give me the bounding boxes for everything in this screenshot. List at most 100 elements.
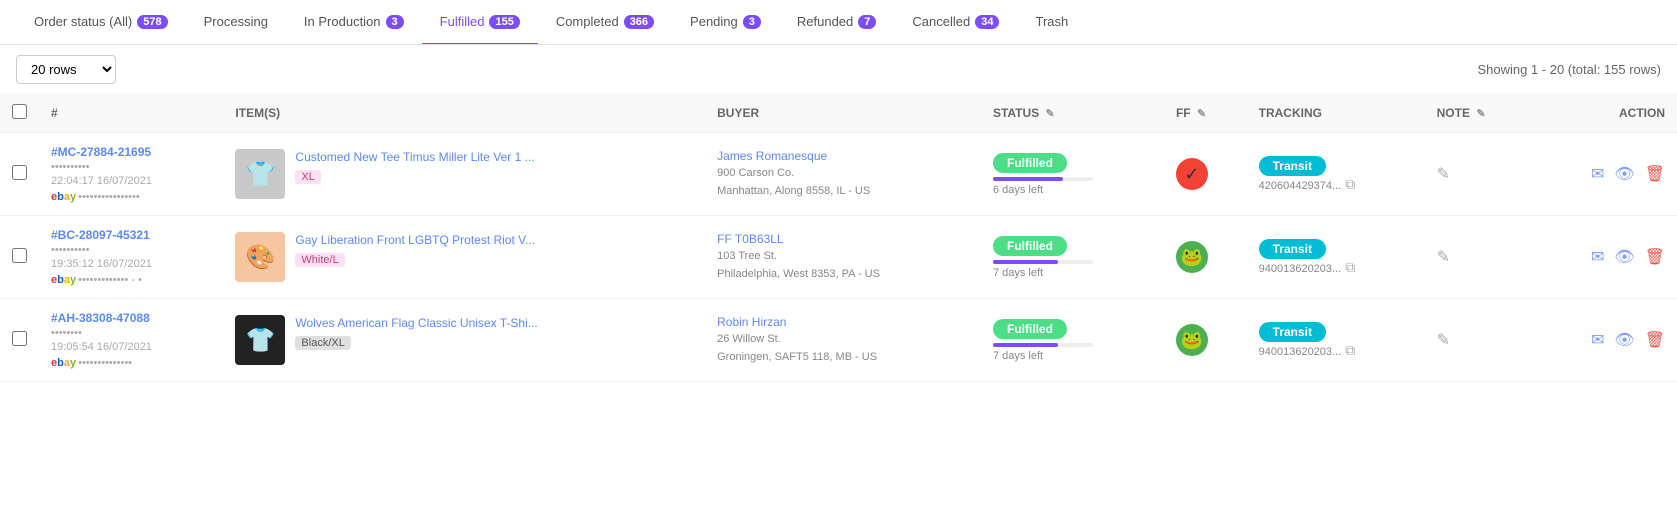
order-num-0: •••••••••• bbox=[51, 161, 211, 173]
order-num-2: •••••••• bbox=[51, 327, 211, 339]
platform-order-0: •••••••••••••••• bbox=[78, 191, 140, 203]
tracking-cell-0: Transit 420604429374... ⧉ bbox=[1247, 133, 1425, 216]
item-name-0[interactable]: Customed New Tee Timus Miller Lite Ver 1… bbox=[295, 149, 534, 166]
progress-bar-wrap-0 bbox=[993, 177, 1093, 181]
buyer-cell-2: Robin Hirzan 26 Willow St. Groningen, SA… bbox=[705, 299, 981, 382]
tracking-cell-2: Transit 940013620203... ⧉ bbox=[1247, 299, 1425, 382]
tab-label-cancelled: Cancelled bbox=[912, 14, 970, 29]
note-edit-btn-0[interactable]: ✎ bbox=[1437, 166, 1450, 183]
order-id-1: #BC-28097-45321 bbox=[51, 228, 211, 242]
order-id-cell-1: #BC-28097-45321 •••••••••• 19:35:12 16/0… bbox=[39, 216, 223, 299]
orders-table: # ITEM(S) BUYER STATUS ✎ FF ✎ TRACKING N… bbox=[0, 94, 1677, 382]
tab-all[interactable]: Order status (All)578 bbox=[16, 0, 186, 45]
eye-btn-1[interactable]: 👁 bbox=[1614, 247, 1634, 267]
showing-text: Showing 1 - 20 (total: 155 rows) bbox=[1477, 62, 1661, 77]
order-date-2: 19:05:54 16/07/2021 bbox=[51, 341, 211, 353]
ff-avatar-2: 🐸 bbox=[1176, 324, 1208, 356]
tab-label-refunded: Refunded bbox=[797, 14, 853, 29]
status-badge-0: Fulfilled bbox=[993, 153, 1067, 173]
tab-fulfilled[interactable]: Fulfilled155 bbox=[422, 0, 538, 45]
select-all-checkbox[interactable] bbox=[12, 104, 27, 119]
platform-order-2: •••••••••••••• bbox=[78, 357, 132, 369]
table-header: # ITEM(S) BUYER STATUS ✎ FF ✎ TRACKING N… bbox=[0, 94, 1677, 133]
col-ff: FF ✎ bbox=[1164, 94, 1247, 133]
table-body: #MC-27884-21695 •••••••••• 22:04:17 16/0… bbox=[0, 133, 1677, 382]
table-row: #MC-27884-21695 •••••••••• 22:04:17 16/0… bbox=[0, 133, 1677, 216]
tracking-badge-2: Transit bbox=[1259, 322, 1326, 342]
row-checkbox-0[interactable] bbox=[12, 165, 27, 180]
platform-badge-2: ebay •••••••••••••• bbox=[51, 357, 132, 369]
note-edit-btn-2[interactable]: ✎ bbox=[1437, 332, 1450, 349]
col-items: ITEM(S) bbox=[223, 94, 705, 133]
rows-select[interactable]: 20 rows bbox=[16, 55, 116, 84]
row-checkbox-1[interactable] bbox=[12, 248, 27, 263]
note-cell-2: ✎ bbox=[1425, 299, 1533, 382]
tracking-badge-0: Transit bbox=[1259, 156, 1326, 176]
note-edit-btn-1[interactable]: ✎ bbox=[1437, 249, 1450, 266]
ff-icon-0: ✓ bbox=[1184, 164, 1199, 185]
trash-btn-2[interactable]: 🗑 bbox=[1645, 330, 1665, 350]
item-name-2[interactable]: Wolves American Flag Classic Unisex T-Sh… bbox=[295, 315, 537, 332]
mail-btn-1[interactable]: ✉ bbox=[1591, 247, 1604, 267]
buyer-company-2: 26 Willow St. bbox=[717, 331, 969, 348]
days-left-0: 6 days left bbox=[993, 184, 1152, 196]
progress-bar-wrap-1 bbox=[993, 260, 1093, 264]
status-badge-2: Fulfilled bbox=[993, 319, 1067, 339]
col-note: NOTE ✎ bbox=[1425, 94, 1533, 133]
row-checkbox-2[interactable] bbox=[12, 331, 27, 346]
tab-label-pending: Pending bbox=[690, 14, 738, 29]
tab-badge-in_production: 3 bbox=[386, 15, 404, 29]
item-variant-0: XL bbox=[295, 170, 320, 184]
tab-refunded[interactable]: Refunded7 bbox=[779, 0, 895, 45]
item-thumb-2: 👕 bbox=[235, 315, 285, 365]
tab-badge-completed: 366 bbox=[624, 15, 654, 29]
action-cell-0: ✉ 👁 🗑 bbox=[1532, 133, 1677, 216]
copy-icon-1[interactable]: ⧉ bbox=[1345, 259, 1355, 276]
col-hash: # bbox=[39, 94, 223, 133]
status-cell-0: Fulfilled 6 days left bbox=[981, 133, 1164, 216]
tab-processing[interactable]: Processing bbox=[186, 0, 286, 45]
eye-btn-2[interactable]: 👁 bbox=[1614, 330, 1634, 350]
ff-cell-0: ✓ bbox=[1164, 133, 1247, 216]
select-all-header bbox=[0, 94, 39, 133]
mail-btn-2[interactable]: ✉ bbox=[1591, 330, 1604, 350]
tab-pending[interactable]: Pending3 bbox=[672, 0, 779, 45]
ff-edit-icon[interactable]: ✎ bbox=[1197, 108, 1206, 120]
tab-in_production[interactable]: In Production3 bbox=[286, 0, 422, 45]
ff-avatar-0: ✓ bbox=[1176, 158, 1208, 190]
ff-avatar-1: 🐸 bbox=[1176, 241, 1208, 273]
tab-completed[interactable]: Completed366 bbox=[538, 0, 672, 45]
progress-bar-wrap-2 bbox=[993, 343, 1093, 347]
status-cell-1: Fulfilled 7 days left bbox=[981, 216, 1164, 299]
buyer-addr-0: Manhattan, Along 8558, IL - US bbox=[717, 183, 969, 200]
buyer-company-0: 900 Carson Co. bbox=[717, 165, 969, 182]
buyer-addr-1: Philadelphia, West 8353, PA - US bbox=[717, 266, 969, 283]
eye-btn-0[interactable]: 👁 bbox=[1614, 164, 1634, 184]
status-badge-1: Fulfilled bbox=[993, 236, 1067, 256]
order-date-1: 19:35:12 16/07/2021 bbox=[51, 258, 211, 270]
order-id-cell-2: #AH-38308-47088 •••••••• 19:05:54 16/07/… bbox=[39, 299, 223, 382]
col-buyer: BUYER bbox=[705, 94, 981, 133]
tab-label-all: Order status (All) bbox=[34, 14, 132, 29]
tracking-num-1: 940013620203... bbox=[1259, 263, 1342, 275]
item-cell-0: 👕 Customed New Tee Timus Miller Lite Ver… bbox=[223, 133, 705, 216]
ff-icon-1: 🐸 bbox=[1181, 247, 1203, 268]
trash-btn-0[interactable]: 🗑 bbox=[1645, 164, 1665, 184]
tab-cancelled[interactable]: Cancelled34 bbox=[894, 0, 1017, 45]
tab-label-trash: Trash bbox=[1035, 14, 1068, 29]
table-row: #BC-28097-45321 •••••••••• 19:35:12 16/0… bbox=[0, 216, 1677, 299]
trash-btn-1[interactable]: 🗑 bbox=[1645, 247, 1665, 267]
item-name-1[interactable]: Gay Liberation Front LGBTQ Protest Riot … bbox=[295, 232, 535, 249]
note-edit-icon[interactable]: ✎ bbox=[1476, 108, 1485, 120]
status-edit-icon[interactable]: ✎ bbox=[1046, 108, 1055, 120]
platform-order-1: ••••••••••••• - • bbox=[78, 274, 142, 286]
tab-bar: Order status (All)578ProcessingIn Produc… bbox=[0, 0, 1677, 45]
copy-icon-2[interactable]: ⧉ bbox=[1345, 342, 1355, 359]
tab-trash[interactable]: Trash bbox=[1017, 0, 1086, 45]
mail-btn-0[interactable]: ✉ bbox=[1591, 164, 1604, 184]
tab-label-fulfilled: Fulfilled bbox=[440, 14, 485, 29]
copy-icon-0[interactable]: ⧉ bbox=[1345, 176, 1355, 193]
progress-bar-0 bbox=[993, 177, 1063, 181]
item-cell-1: 🎨 Gay Liberation Front LGBTQ Protest Rio… bbox=[223, 216, 705, 299]
tracking-cell-1: Transit 940013620203... ⧉ bbox=[1247, 216, 1425, 299]
